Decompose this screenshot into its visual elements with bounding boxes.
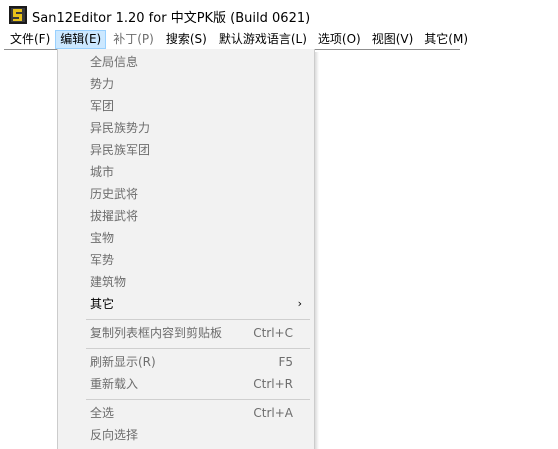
menu-options[interactable]: 选项(O): [313, 30, 366, 49]
menu-item-label: 反向选择: [90, 428, 139, 442]
menu-separator: [86, 399, 310, 400]
menu-item-label: 全选: [90, 406, 115, 420]
menu-item-armies[interactable]: 军势: [58, 249, 314, 271]
app-icon: [9, 6, 27, 24]
chevron-right-icon: ›: [297, 297, 302, 310]
menu-item-label: 其它: [90, 297, 115, 311]
menu-separator: [86, 319, 310, 320]
menu-item-label: 军团: [90, 99, 115, 113]
menu-item-select-all[interactable]: 全选 Ctrl+A: [58, 402, 314, 424]
menu-other[interactable]: 其它(M): [419, 30, 473, 49]
menu-item-other-submenu[interactable]: 其它 ›: [58, 293, 314, 315]
dropdown-shadow: [315, 52, 319, 449]
edit-dropdown-menu: 全局信息 势力 军团 异民族势力 异民族军团 城市 历史武将 拔擢武将 宝物 军…: [57, 49, 315, 449]
title-bar[interactable]: San12Editor 1.20 for 中文PK版 (Build 0621): [0, 0, 558, 30]
menu-item-label: 建筑物: [90, 275, 127, 289]
menu-item-label: 城市: [90, 165, 115, 179]
menu-item-foreign-corps[interactable]: 异民族军团: [58, 139, 314, 161]
menu-item-label: 历史武将: [90, 187, 139, 201]
menu-item-historical-generals[interactable]: 历史武将: [58, 183, 314, 205]
menu-search[interactable]: 搜索(S): [161, 30, 212, 49]
menu-item-label: 势力: [90, 77, 115, 91]
menu-separator: [86, 348, 310, 349]
menu-item-label: 复制列表框内容到剪贴板: [90, 326, 223, 340]
menu-item-label: 全局信息: [90, 55, 139, 69]
menu-view[interactable]: 视图(V): [367, 30, 419, 49]
menu-patch[interactable]: 补丁(P): [108, 30, 159, 49]
menu-item-reload[interactable]: 重新载入 Ctrl+R: [58, 373, 314, 395]
menu-item-label: 刷新显示(R): [90, 355, 156, 369]
menu-item-label: 重新载入: [90, 377, 139, 391]
menu-item-treasures[interactable]: 宝物: [58, 227, 314, 249]
menu-item-promoted-generals[interactable]: 拔擢武将: [58, 205, 314, 227]
menu-item-forces[interactable]: 势力: [58, 73, 314, 95]
menu-item-shortcut: Ctrl+A: [253, 406, 293, 420]
menu-item-corps[interactable]: 军团: [58, 95, 314, 117]
menu-item-shortcut: Ctrl+C: [253, 326, 293, 340]
menu-item-buildings[interactable]: 建筑物: [58, 271, 314, 293]
menu-default-game-language[interactable]: 默认游戏语言(L): [214, 30, 312, 49]
menu-item-label: 宝物: [90, 231, 115, 245]
menu-item-global-info[interactable]: 全局信息: [58, 51, 314, 73]
menu-item-refresh[interactable]: 刷新显示(R) F5: [58, 351, 314, 373]
menu-item-copy-listbox[interactable]: 复制列表框内容到剪贴板 Ctrl+C: [58, 322, 314, 344]
menu-item-label: 异民族军团: [90, 143, 151, 157]
menu-item-invert-selection[interactable]: 反向选择: [58, 424, 314, 446]
menu-item-shortcut: Ctrl+R: [253, 377, 293, 391]
menu-item-foreign-forces[interactable]: 异民族势力: [58, 117, 314, 139]
window-title: San12Editor 1.20 for 中文PK版 (Build 0621): [32, 11, 311, 26]
menu-item-label: 拔擢武将: [90, 209, 139, 223]
menu-bar: 文件(F) 编辑(E) 补丁(P) 搜索(S) 默认游戏语言(L) 选项(O) …: [0, 30, 558, 49]
menu-item-label: 异民族势力: [90, 121, 151, 135]
menu-item-cities[interactable]: 城市: [58, 161, 314, 183]
menu-item-shortcut: F5: [278, 355, 293, 369]
menu-item-label: 军势: [90, 253, 115, 267]
menu-file[interactable]: 文件(F): [5, 30, 55, 49]
menu-edit[interactable]: 编辑(E): [55, 30, 107, 49]
